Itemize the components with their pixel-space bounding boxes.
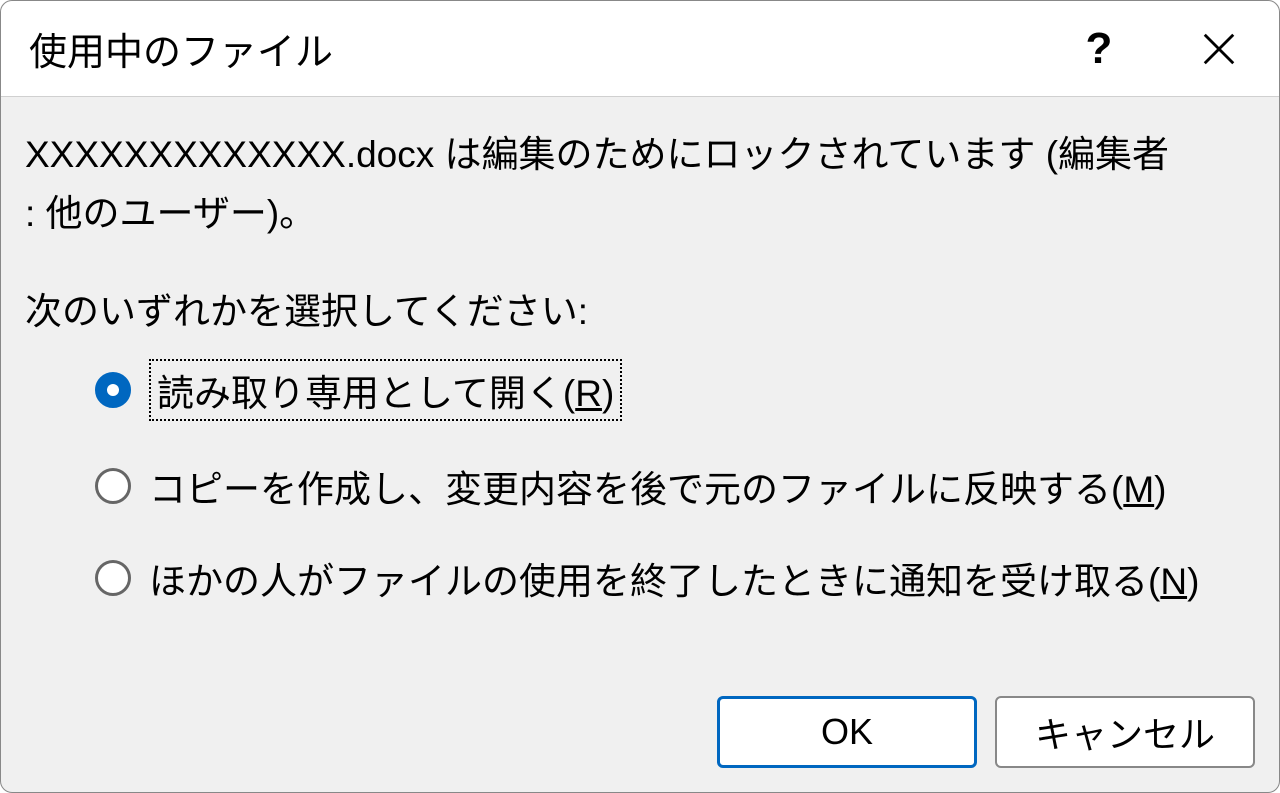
file-in-use-dialog: 使用中のファイル ? XXXXXXXXXXXXX.docx は編集のためにロック… [0, 0, 1280, 793]
option-copy-label: コピーを作成し、変更内容を後で元のファイルに反映する(M) [149, 459, 1166, 513]
dialog-title: 使用中のファイル [29, 21, 1039, 76]
option-copy[interactable]: コピーを作成し、変更内容を後で元のファイルに反映する(M) [95, 459, 1255, 513]
close-icon [1200, 30, 1238, 68]
cancel-button[interactable]: キャンセル [995, 696, 1255, 768]
filename-text: XXXXXXXXXXXXX.docx [25, 134, 434, 175]
cancel-button-label: キャンセル [1035, 706, 1215, 758]
radio-notify[interactable] [95, 560, 131, 596]
lock-text-prefix: は編集のためにロックされています (編集者 [434, 134, 1169, 175]
help-icon: ? [1086, 24, 1113, 74]
titlebar: 使用中のファイル ? [1, 1, 1279, 97]
button-row: OK キャンセル [1, 696, 1279, 792]
ok-button-label: OK [821, 711, 873, 753]
help-button[interactable]: ? [1039, 1, 1159, 97]
lock-text-suffix: : 他のユーザー)。 [25, 193, 316, 234]
ok-button[interactable]: OK [717, 696, 977, 768]
lock-message: XXXXXXXXXXXXX.docx は編集のためにロックされています (編集者… [25, 125, 1255, 243]
option-notify-label: ほかの人がファイルの使用を終了したときに通知を受け取る(N) [149, 551, 1199, 605]
radio-readonly[interactable] [95, 372, 131, 408]
radio-group: 読み取り専用として開く(R) コピーを作成し、変更内容を後で元のファイルに反映す… [25, 359, 1255, 605]
close-button[interactable] [1159, 1, 1279, 97]
option-readonly[interactable]: 読み取り専用として開く(R) [95, 359, 1255, 421]
radio-copy[interactable] [95, 468, 131, 504]
dialog-content: XXXXXXXXXXXXX.docx は編集のためにロックされています (編集者… [1, 97, 1279, 696]
option-notify[interactable]: ほかの人がファイルの使用を終了したときに通知を受け取る(N) [95, 551, 1255, 605]
prompt-text: 次のいずれかを選択してください: [25, 281, 1255, 335]
option-readonly-label: 読み取り専用として開く(R) [149, 359, 622, 421]
